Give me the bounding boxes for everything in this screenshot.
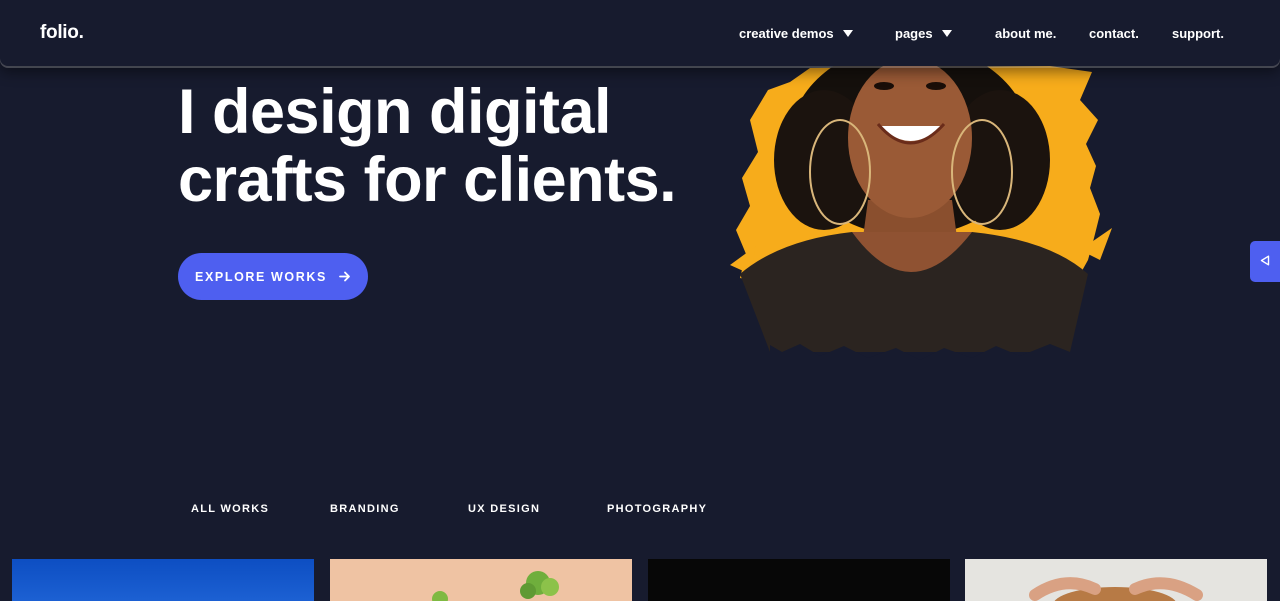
main-nav: creative demos pages about me. contact. … [0,26,1280,42]
plant-project-thumbnail[interactable] [330,559,632,601]
explore-works-label: EXPLORE WORKS [195,269,327,284]
caret-down-icon [842,30,853,37]
caret-down-icon [941,30,952,37]
dark-project-thumbnail[interactable] [648,559,950,601]
filter-photography[interactable]: PHOTOGRAPHY [607,503,707,515]
nav-about-me[interactable]: about me. [995,26,1056,41]
nav-support[interactable]: support. [1172,26,1224,41]
nav-item-label: creative demos [739,26,834,41]
nav-pages[interactable]: pages [895,26,952,41]
hero-title-line-2: crafts for clients. [178,145,677,215]
blue-project-thumbnail[interactable] [12,559,314,601]
nav-item-label: about me. [995,26,1057,41]
hero-title-line-1: I design digital [178,77,612,147]
nav-creative-demos[interactable]: creative demos [739,26,853,41]
filter-branding[interactable]: BRANDING [330,503,400,515]
filter-all-works[interactable]: ALL WORKS [191,503,269,515]
triangle-left-icon [1260,253,1270,271]
nav-contact[interactable]: contact. [1089,26,1139,41]
arrow-right-icon [339,271,351,282]
site-header: folio. creative demos pages about me. co… [0,0,1280,66]
filter-ux-design[interactable]: UX DESIGN [468,503,540,515]
explore-works-button[interactable]: EXPLORE WORKS [178,253,368,300]
nav-item-label: pages [895,26,933,41]
hero-title: I design digital crafts for clients. [178,78,778,214]
hero-portrait-image [720,44,1120,365]
bread-project-thumbnail[interactable] [965,559,1267,601]
nav-item-label: contact. [1089,26,1139,41]
side-panel-toggle[interactable] [1250,241,1280,282]
nav-item-label: support. [1172,26,1224,41]
